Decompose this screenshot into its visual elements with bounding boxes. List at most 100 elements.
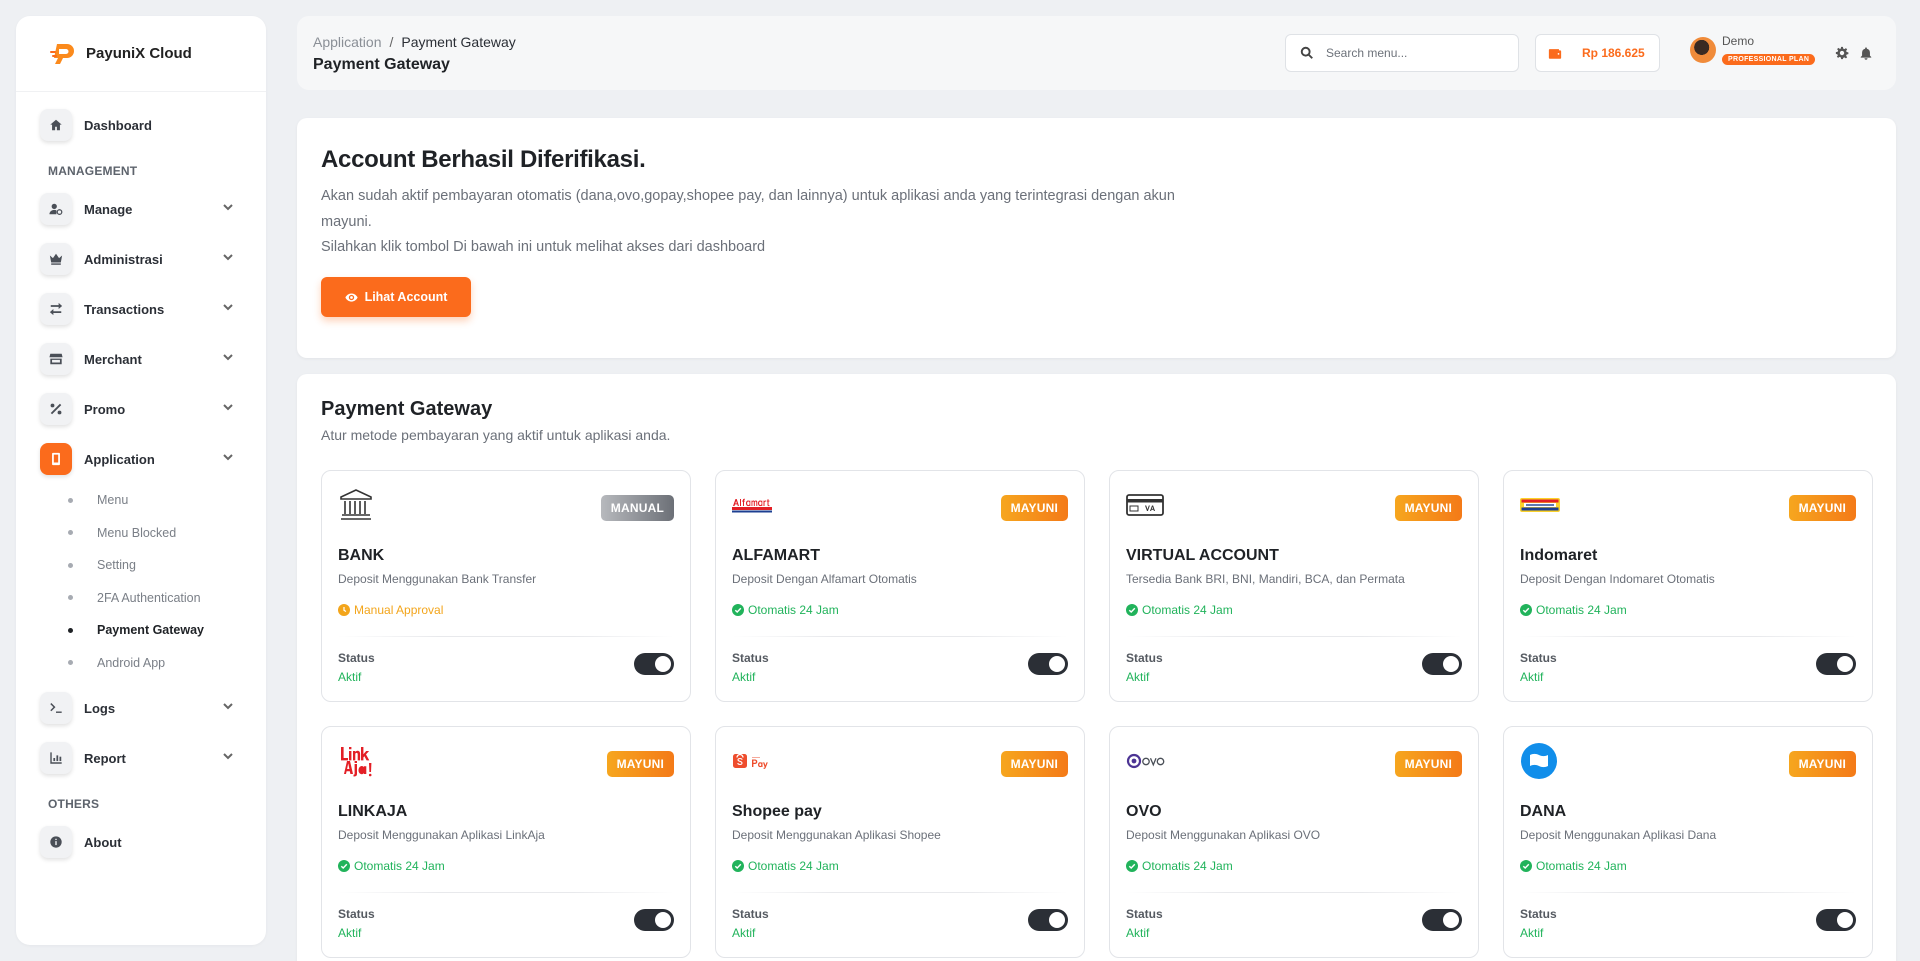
sidebar-item-logs[interactable]: Logs [16,683,266,733]
status-toggle[interactable] [1028,653,1068,675]
gateway-mode: Otomatis 24 Jam [1520,603,1627,617]
sidebar-item-promo[interactable]: Promo [16,384,266,434]
gateway-mode-label: Otomatis 24 Jam [748,603,839,617]
bullet-icon [68,595,73,601]
gateway-grid: MANUAL BANK Deposit Menggunakan Bank Tra… [321,470,1873,958]
status-toggle[interactable] [1816,909,1856,931]
section-subtitle: Atur metode pembayaran yang aktif untuk … [321,427,671,443]
status-toggle[interactable] [1816,653,1856,675]
status-label: Status [1126,907,1163,921]
eye-icon [344,292,358,302]
provider-badge: MAYUNI [1000,495,1068,521]
status-value: Aktif [732,670,756,684]
gateway-name: BANK [338,547,385,564]
sidebar-item-manage[interactable]: Manage [16,184,266,234]
status-value: Aktif [1126,670,1150,684]
submenu-label: Android App [97,655,166,670]
check-circle-icon [1520,860,1532,872]
crown-icon [40,243,72,275]
status-toggle[interactable] [1422,653,1462,675]
status-toggle[interactable] [1422,909,1462,931]
sidebar-item-merchant[interactable]: Merchant [16,334,266,384]
provider-badge: MAYUNI [1788,495,1856,521]
sidebar-item-application[interactable]: Application [16,434,266,484]
gateway-name: OVO [1126,803,1162,820]
avatar [1690,37,1716,63]
gateway-mode: Manual Approval [338,603,443,617]
submenu-item-setting[interactable]: Setting [16,549,266,582]
divider [732,636,1068,637]
status-label: Status [732,651,769,665]
gateway-description: Tersedia Bank BRI, BNI, Mandiri, BCA, da… [1126,572,1405,586]
sidebar-item-dashboard[interactable]: Dashboard [16,100,266,150]
sidebar-item-label: Application [84,451,155,467]
user-menu[interactable]: Demo PROFESSIONAL PLAN [1690,34,1816,66]
divider [1520,892,1856,893]
divider [1126,892,1462,893]
gateway-mode: Otomatis 24 Jam [338,859,445,873]
arrows-swap-icon [40,293,72,325]
submenu-item-android-app[interactable]: Android App [16,647,266,680]
sidebar-item-label: Dashboard [84,117,152,133]
check-circle-icon [1520,604,1532,616]
provider-badge: MAYUNI [1394,751,1462,777]
sidebar-item-administrasi[interactable]: Administrasi [16,234,266,284]
submenu-item-payment-gateway[interactable]: Payment Gateway [16,614,266,647]
chevron-down-icon [222,350,234,368]
brand-name: PayuniX Cloud [86,45,192,62]
top-header: Application / Payment Gateway Payment Gate… [297,16,1896,90]
gear-icon[interactable] [1835,46,1849,60]
check-circle-icon [732,860,744,872]
user-name: Demo [1722,34,1755,48]
section-title: Payment Gateway [321,398,493,420]
status-toggle[interactable] [1028,909,1068,931]
brand[interactable]: PayuniX Cloud [16,16,266,92]
bell-icon[interactable] [1859,46,1873,60]
gateway-card-indomaret: MAYUNI Indomaret Deposit Dengan Indomare… [1503,470,1873,702]
gateway-card-ovo: MAYUNI OVO Deposit Menggunakan Aplikasi … [1109,726,1479,958]
gateway-card-alfamart: MAYUNI ALFAMART Deposit Dengan Alfamart … [715,470,1085,702]
search-input[interactable] [1326,46,1496,60]
gateway-card-shopee-pay: MAYUNI Shopee pay Deposit Menggunakan Ap… [715,726,1085,958]
indomaret-logo [1520,487,1560,523]
balance-amount: Rp 186.625 [1582,46,1645,60]
status-toggle[interactable] [634,909,674,931]
gateway-description: Deposit Menggunakan Aplikasi Shopee [732,828,941,842]
verification-line-2: Silahkan klik tombol Di bawah ini untuk … [321,239,766,255]
gateway-mode: Otomatis 24 Jam [732,859,839,873]
breadcrumb-root[interactable]: Application [313,34,382,50]
sidebar-item-report[interactable]: Report [16,733,266,783]
view-account-button[interactable]: Lihat Account [321,277,471,317]
gateway-name: Shopee pay [732,803,822,820]
chevron-down-icon [222,300,234,318]
provider-badge: MANUAL [600,495,674,521]
chart-icon [40,742,72,774]
wallet-icon [1548,49,1562,59]
gateway-mode: Otomatis 24 Jam [1126,859,1233,873]
check-circle-icon [1126,604,1138,616]
sidebar-item-about[interactable]: About [16,817,266,867]
divider [338,892,674,893]
sidebar-item-transactions[interactable]: Transactions [16,284,266,334]
home-icon [40,109,72,141]
gateway-mode-label: Otomatis 24 Jam [1142,603,1233,617]
search-box[interactable] [1285,34,1519,72]
balance-display[interactable]: Rp 186.625 [1535,34,1660,72]
status-label: Status [1126,651,1163,665]
submenu-item-menu[interactable]: Menu [16,484,266,517]
sidebar-item-label: Merchant [84,351,142,367]
alfamart-logo [732,487,772,523]
dana-logo [1520,743,1560,779]
chevron-down-icon [222,749,234,767]
gateway-mode: Otomatis 24 Jam [1520,859,1627,873]
submenu-item-2fa[interactable]: 2FA Authentication [16,582,266,615]
gateway-description: Deposit Menggunakan Aplikasi LinkAja [338,828,545,842]
sidebar-item-label: Manage [84,201,133,217]
status-toggle[interactable] [634,653,674,675]
terminal-icon [40,692,72,724]
ovo-logo [1126,743,1166,779]
divider [1520,636,1856,637]
check-circle-icon [732,604,744,616]
verification-description: Akan sudah aktif pembayaran otomatis (da… [321,184,1221,261]
submenu-item-menu-blocked[interactable]: Menu Blocked [16,517,266,550]
